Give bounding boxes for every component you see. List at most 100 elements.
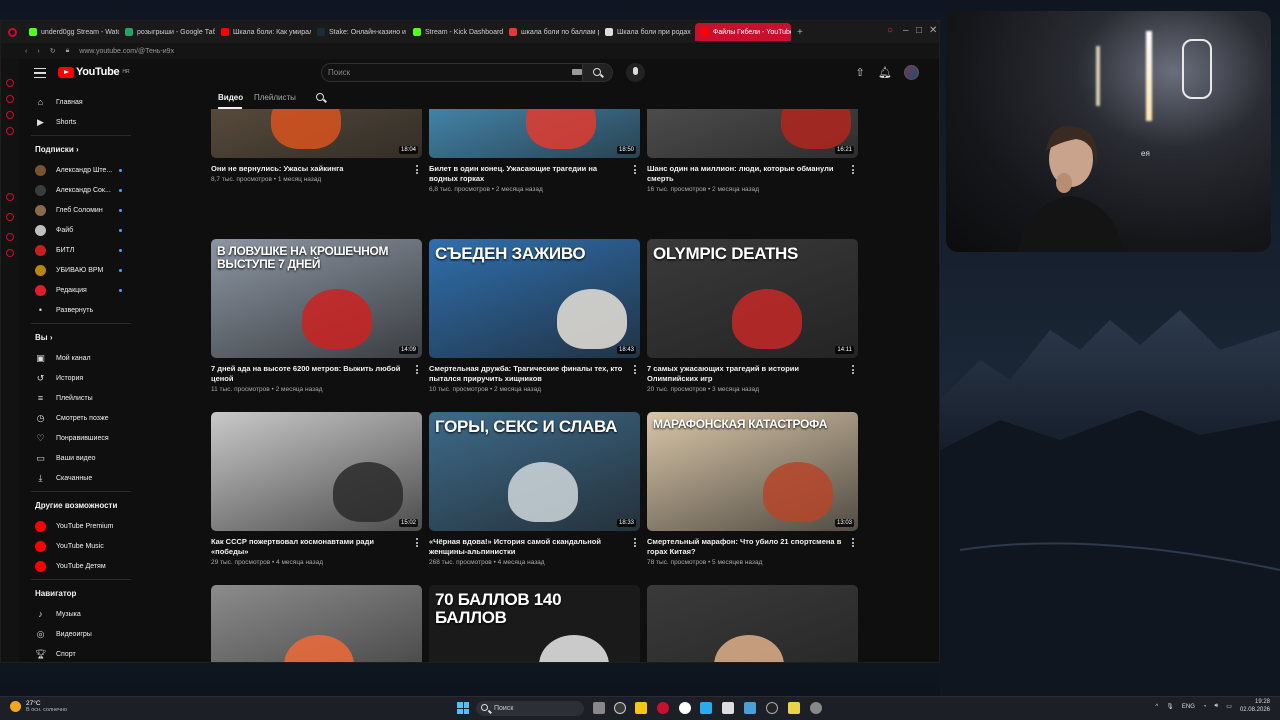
sidebar-app-icon[interactable] bbox=[6, 233, 14, 241]
browser-tab[interactable]: Stake: Онлайн-казино и с bbox=[311, 23, 407, 41]
app-icon[interactable] bbox=[788, 702, 800, 714]
more-options-icon[interactable] bbox=[852, 165, 855, 175]
notifications-icon[interactable]: 🔔︎ bbox=[878, 66, 892, 80]
more-options-icon[interactable] bbox=[634, 165, 637, 175]
tray-chevron-icon[interactable]: ^ bbox=[1155, 704, 1158, 710]
sidebar-item[interactable]: ♪ Музыка bbox=[21, 605, 139, 623]
sidebar-app-icon[interactable] bbox=[6, 249, 14, 257]
video-title[interactable]: Они не вернулись: Ужасы хайкинга bbox=[211, 164, 407, 174]
sidebar-item[interactable]: YouTube Premium bbox=[21, 517, 139, 535]
browser-tab[interactable]: шкала боли по баллам ро bbox=[503, 23, 599, 41]
video-title[interactable]: 7 самых ужасающих трагедий в истории Оли… bbox=[647, 364, 843, 384]
yandex-icon[interactable] bbox=[679, 702, 691, 714]
sidebar-item[interactable]: ↺ История bbox=[21, 369, 139, 387]
sidebar-item[interactable]: ▶ Shorts bbox=[21, 113, 139, 131]
sidebar-item[interactable]: ▭ Ваши видео bbox=[21, 449, 139, 467]
sidebar-item[interactable]: ▣ Мой канал bbox=[21, 349, 139, 367]
search-tabs-icon[interactable]: ○ bbox=[887, 25, 893, 36]
wifi-icon[interactable]: ◔ bbox=[1203, 704, 1207, 710]
sidebar-item[interactable]: ◎ Видеоигры bbox=[21, 625, 139, 643]
video-thumbnail[interactable]: СЪЕДЕН ЗАЖИВО 18:43 bbox=[429, 239, 640, 358]
sidebar-item[interactable]: Редакция bbox=[21, 281, 139, 299]
video-card[interactable]: OLYMPIC DEATHS 14:11 7 самых ужасающих тра… bbox=[647, 239, 858, 393]
opera-gx-icon[interactable] bbox=[657, 702, 669, 714]
sidebar-item[interactable]: ⤓ Скачанные bbox=[21, 469, 139, 487]
video-card[interactable]: В ЛОВУШКЕ НА КРОШЕЧНОМ ВЫСТУПЕ 7 ДНЕЙ 14:… bbox=[211, 239, 422, 393]
video-card[interactable]: МАРАФОНСКАЯ КАТАСТРОФА 13:03 Смертельный м… bbox=[647, 412, 858, 566]
browser-tab[interactable]: underd0gg Stream - Watch bbox=[23, 23, 119, 41]
weather-widget[interactable]: 27°C В осн. солнечно bbox=[10, 700, 67, 713]
youtube-logo[interactable]: YouTube HR bbox=[58, 66, 130, 78]
video-thumbnail[interactable]: OLYMPIC DEATHS 14:11 bbox=[647, 239, 858, 358]
video-title[interactable]: Как СССР пожертвовал космонавтами ради «… bbox=[211, 537, 407, 557]
new-tab-button[interactable]: + bbox=[791, 27, 809, 38]
browser-tab[interactable]: Шкала боли при родах bbox=[599, 23, 695, 41]
sidebar-item[interactable]: БИТЛ bbox=[21, 241, 139, 259]
video-title[interactable]: Билет в один конец. Ужасающие трагедии н… bbox=[429, 164, 625, 184]
video-title[interactable]: Смертельная дружба: Трагические финалы т… bbox=[429, 364, 625, 384]
more-options-icon[interactable] bbox=[852, 365, 855, 375]
sidebar-item[interactable]: Александр Сок... bbox=[21, 181, 139, 199]
video-thumbnail[interactable]: ЛОВУШКЕ16:21 bbox=[647, 109, 858, 158]
start-button[interactable] bbox=[457, 702, 469, 714]
sidebar-app-icon[interactable] bbox=[6, 213, 14, 221]
minimize-icon[interactable]: – bbox=[903, 25, 909, 36]
sidebar-app-icon[interactable] bbox=[6, 127, 14, 135]
video-title[interactable]: 7 дней ада на высоте 6200 метров: Выжить… bbox=[211, 364, 407, 384]
more-options-icon[interactable] bbox=[852, 538, 855, 548]
more-options-icon[interactable] bbox=[634, 365, 637, 375]
sidebar-section-heading[interactable]: Подписки › bbox=[35, 145, 79, 154]
video-card[interactable]: ГОРЫ, СЕКС И СЛАВА 18:33 «Чёрная вдова!» И… bbox=[429, 412, 640, 566]
tab-playlists[interactable]: Плейлисты bbox=[254, 93, 296, 102]
more-options-icon[interactable] bbox=[416, 165, 419, 175]
video-card[interactable] bbox=[211, 585, 422, 662]
video-thumbnail[interactable]: 70 БАЛЛОВ 140 БАЛЛОВ bbox=[429, 585, 640, 662]
language-indicator[interactable]: ENG bbox=[1182, 704, 1195, 710]
sidebar-item[interactable]: ⌂ Главная bbox=[21, 93, 139, 111]
sidebar-item[interactable]: УБИВАЮ ВРМ bbox=[21, 261, 139, 279]
sidebar-app-icon[interactable] bbox=[6, 79, 14, 87]
opera-menu-icon[interactable] bbox=[1, 23, 23, 41]
more-options-icon[interactable] bbox=[416, 538, 419, 548]
video-thumbnail[interactable]: ГОРЫ, СЕКС И СЛАВА 18:33 bbox=[429, 412, 640, 531]
task-view-icon[interactable] bbox=[593, 702, 605, 714]
sidebar-item[interactable]: YouTube Детям bbox=[21, 557, 139, 575]
video-card[interactable]: 18:50 Билет в один конец. Ужасающие траге… bbox=[429, 109, 640, 193]
video-thumbnail[interactable] bbox=[647, 585, 858, 662]
browser-tab[interactable]: Файлы Гибели - YouTube bbox=[695, 23, 791, 41]
video-title[interactable]: Шанс один на миллион: люди, которые обма… bbox=[647, 164, 843, 184]
url-text[interactable]: www.youtube.com/@Тень-и9х bbox=[79, 48, 174, 55]
video-thumbnail[interactable]: 18:50 bbox=[429, 109, 640, 158]
video-card[interactable]: 15:02 Как СССР пожертвовал космонавтами р… bbox=[211, 412, 422, 566]
upload-icon[interactable]: ⇧ bbox=[853, 66, 867, 80]
video-thumbnail[interactable]: ОШИБКА18:04 bbox=[211, 109, 422, 158]
mic-icon[interactable]: 🎙︎ bbox=[1166, 703, 1174, 710]
clock[interactable]: 19:28 02.08.2026 bbox=[1240, 699, 1270, 715]
video-title[interactable]: Смертельный марафон: Что убило 21 спортс… bbox=[647, 537, 843, 557]
sidebar-app-icon[interactable] bbox=[6, 95, 14, 103]
chrome-icon[interactable] bbox=[614, 702, 626, 714]
obs-icon[interactable] bbox=[722, 702, 734, 714]
reload-icon[interactable]: ↻ bbox=[50, 47, 56, 55]
account-avatar[interactable] bbox=[904, 65, 919, 80]
sidebar-item[interactable]: Глеб Соломин bbox=[21, 201, 139, 219]
search-input[interactable] bbox=[328, 68, 568, 77]
file-explorer-icon[interactable] bbox=[635, 702, 647, 714]
sidebar-item[interactable]: Файб bbox=[21, 221, 139, 239]
taskbar-search[interactable]: Поиск bbox=[476, 701, 584, 716]
video-thumbnail[interactable]: В ЛОВУШКЕ НА КРОШЕЧНОМ ВЫСТУПЕ 7 ДНЕЙ 14:… bbox=[211, 239, 422, 358]
video-card[interactable]: СЪЕДЕН ЗАЖИВО 18:43 Смертельная дружба: Тр… bbox=[429, 239, 640, 393]
sidebar-item[interactable]: ♡ Понравившиеся bbox=[21, 429, 139, 447]
sidebar-app-icon[interactable] bbox=[6, 193, 14, 201]
forward-icon[interactable]: › bbox=[37, 48, 39, 55]
maximize-icon[interactable]: □ bbox=[916, 25, 922, 36]
more-options-icon[interactable] bbox=[634, 538, 637, 548]
search-button[interactable] bbox=[582, 64, 612, 81]
close-icon[interactable]: ✕ bbox=[929, 25, 937, 36]
volume-icon[interactable]: 🔊︎ bbox=[1215, 703, 1219, 710]
voice-search-button[interactable] bbox=[626, 63, 645, 82]
sidebar-app-icon[interactable] bbox=[6, 111, 14, 119]
video-thumbnail[interactable]: 15:02 bbox=[211, 412, 422, 531]
browser-tab[interactable]: Stream - Kick Dashboard bbox=[407, 23, 503, 41]
menu-icon[interactable] bbox=[34, 68, 46, 78]
